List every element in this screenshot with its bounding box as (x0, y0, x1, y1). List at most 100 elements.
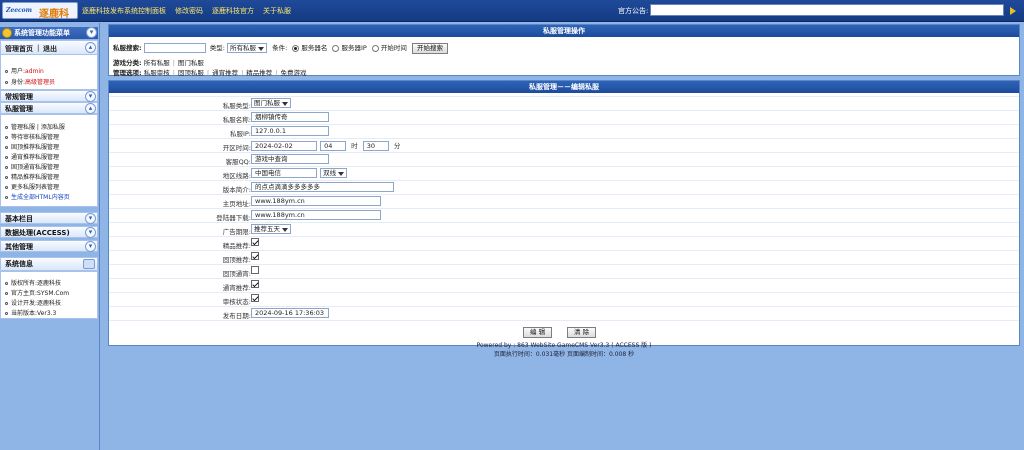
server-menu-item[interactable]: 等待审核私服管理 (5, 132, 59, 141)
home-link[interactable]: 管理首页 (5, 44, 33, 54)
arrow-right-icon[interactable] (1010, 7, 1016, 15)
field-intro: 版本简介: 的点点滴滴多多多多多 (109, 180, 1019, 194)
field-night: 通宵推荐: (109, 278, 1019, 292)
search-row: 私服搜索: 类型: 所有私服 条件: 服务器名 服务器IP 开始时间 开始搜索 (113, 42, 448, 54)
server-menu-item[interactable]: 固顶推荐私服管理 (5, 142, 59, 151)
type-select[interactable]: 所有私服 (227, 43, 268, 53)
generate-html-link[interactable]: 生成全部HTML内容页 (5, 192, 70, 201)
section-server[interactable]: 私服管理 ▴ (0, 102, 98, 114)
nav-about[interactable]: 关于私服 (263, 6, 291, 16)
mgmt-audit-link[interactable]: 私服审核 (144, 69, 170, 77)
logo: Zeecom 逐鹿科技 (2, 2, 78, 35)
category-row: 游戏分类: 所有私服 | 图门私服 (113, 59, 204, 67)
expand-icon[interactable]: ▾ (85, 91, 96, 102)
server-name-input[interactable]: 烟柳镇传奇 (251, 112, 329, 122)
section-data[interactable]: 数据处理(ACCESS) ▾ (0, 226, 98, 238)
top-nav: 逐鹿科技发布系统控制面板 修改密码 逐鹿科技官方 关于私服 (82, 6, 300, 16)
field-type: 私服类型: 图门私服 (109, 96, 1019, 110)
server-menu-item: 管理私服 | 添加私服 (5, 122, 65, 131)
field-name: 私服名称: 烟柳镇传奇 (109, 110, 1019, 124)
intro-input[interactable]: 的点点滴滴多多多多多 (251, 182, 394, 192)
section-common[interactable]: 常规管理 ▾ (0, 90, 98, 102)
gear-icon (2, 28, 12, 38)
mgmt-night-link[interactable]: 通宵推荐 (212, 69, 238, 77)
user-panel: 管理首页 | 退出 ▴ 用户:admin 身份:高级管理员 (0, 40, 98, 90)
logout-link[interactable]: 退出 (43, 44, 57, 54)
expand-icon[interactable]: ▾ (85, 227, 96, 238)
server-menu-item[interactable]: 通宵推荐私服管理 (5, 152, 59, 161)
mgmt-featured-link[interactable]: 精品推荐 (246, 69, 272, 77)
sysinfo-panel: 版权所有:逐鹿科技 官方主页:SYSM.Com 设计开发:逐鹿科技 当前版本:V… (0, 271, 98, 319)
download-input[interactable]: www.188ym.cn (251, 210, 381, 220)
edit-button[interactable]: 编 辑 (523, 327, 553, 338)
nav-official[interactable]: 逐鹿科技官方 (212, 6, 254, 16)
nav-change-password[interactable]: 修改密码 (175, 6, 203, 16)
expand-icon[interactable]: ▾ (85, 241, 96, 252)
field-ad: 广告期限: 推荐五天 (109, 222, 1019, 236)
pinned-checkbox[interactable] (251, 252, 259, 260)
sidebar-header: 系统管理功能菜单 ▾ (0, 27, 98, 39)
server-type-select[interactable]: 图门私服 (251, 98, 291, 108)
field-ip: 私服IP: 127.0.0.1 (109, 124, 1019, 138)
open-date-input[interactable]: 2024-02-02 (251, 141, 317, 151)
action-row: 编 辑 清 除 (109, 320, 1019, 340)
server-menu-item[interactable]: 精品推荐私服管理 (5, 172, 59, 181)
line-select[interactable]: 双线 (320, 168, 348, 178)
sidebar-header-label: 系统管理功能菜单 (14, 29, 70, 37)
add-server-link[interactable]: 添加私服 (41, 124, 65, 131)
open-hour-input[interactable]: 04 (320, 141, 347, 151)
radio-start-time[interactable] (371, 44, 379, 52)
search-button[interactable]: 开始搜索 (411, 42, 448, 54)
radio-server-name[interactable] (292, 44, 300, 52)
publish-date-input[interactable]: 2024-09-16 17:36:03 (251, 308, 329, 318)
collapse-icon[interactable]: ▴ (85, 42, 96, 53)
server-menu: 管理私服 | 添加私服 等待审核私服管理 固顶推荐私服管理 通宵推荐私服管理 固… (0, 114, 98, 207)
mgmt-pinned-link[interactable]: 固顶私服 (178, 69, 204, 77)
audit-checkbox[interactable] (251, 294, 259, 302)
field-publish: 发布日期: 2024-09-16 17:36:03 (109, 306, 1019, 320)
pinned-night-checkbox[interactable] (251, 266, 259, 274)
field-homepage: 主页地址: www.188ym.cn (109, 194, 1019, 208)
edit-panel: 私服管理－－编辑私服 私服类型: 图门私服 私服名称: 烟柳镇传奇 私服IP: … (108, 80, 1020, 346)
cat-tumen-link[interactable]: 图门私服 (178, 59, 204, 67)
section-basic[interactable]: 基本栏目 ▾ (0, 212, 98, 224)
homepage-input[interactable]: www.188ym.cn (251, 196, 381, 206)
notice-label: 官方公告: (618, 7, 649, 15)
server-menu-item[interactable]: 更多私服列表管理 (5, 182, 59, 191)
mgmt-free-link[interactable]: 免费游戏 (281, 69, 307, 77)
collapse-icon[interactable]: ▴ (85, 103, 96, 114)
field-download: 登陆器下载: www.188ym.cn (109, 208, 1019, 222)
field-open-time: 开区时间: 2024-02-02 04 时 30 分 (109, 138, 1019, 152)
logo-text-en: Zeecom (6, 7, 33, 14)
section-sysinfo: 系统信息 (0, 257, 98, 271)
notice-field[interactable] (650, 4, 1004, 16)
server-menu-item[interactable]: 固顶通宵私服管理 (5, 162, 59, 171)
sysinfo-line: 当前版本:Ver3.3 (5, 308, 56, 317)
expand-icon[interactable]: ▾ (85, 213, 96, 224)
manage-server-link[interactable]: 管理私服 (11, 124, 35, 131)
search-input[interactable] (143, 43, 206, 53)
night-checkbox[interactable] (251, 280, 259, 288)
field-pinned-night: 固顶通宵: (109, 264, 1019, 278)
cat-all-link[interactable]: 所有私服 (144, 59, 170, 67)
server-ip-input[interactable]: 127.0.0.1 (251, 126, 329, 136)
info-icon (83, 259, 95, 269)
radio-server-ip[interactable] (332, 44, 340, 52)
region-input[interactable]: 中国电信 (251, 168, 317, 178)
user-info: 用户:admin (5, 66, 44, 75)
featured-checkbox[interactable] (251, 238, 259, 246)
field-qq: 客服QQ: 游戏中查询 (109, 152, 1019, 166)
nav-control-panel[interactable]: 逐鹿科技发布系统控制面板 (82, 6, 166, 16)
qq-input[interactable]: 游戏中查询 (251, 154, 329, 164)
section-other[interactable]: 其他管理 ▾ (0, 240, 98, 252)
field-pinned: 固顶推荐: (109, 250, 1019, 264)
clear-button[interactable]: 清 除 (567, 327, 597, 338)
ad-period-select[interactable]: 推荐五天 (251, 224, 291, 234)
sidebar: 系统管理功能菜单 ▾ 管理首页 | 退出 ▴ 用户:admin 身份:高级管理员… (0, 23, 100, 450)
field-audit: 审核状态: (109, 292, 1019, 306)
open-minute-input[interactable]: 30 (362, 141, 389, 151)
sysinfo-line: 版权所有:逐鹿科技 (5, 278, 61, 287)
sysinfo-line: 官方主页:SYSM.Com (5, 288, 69, 297)
collapse-icon[interactable]: ▾ (86, 27, 97, 38)
footer-timing: 页面执行时间：0.031毫秒 页面编制时间：0.008 秒 (493, 351, 635, 358)
